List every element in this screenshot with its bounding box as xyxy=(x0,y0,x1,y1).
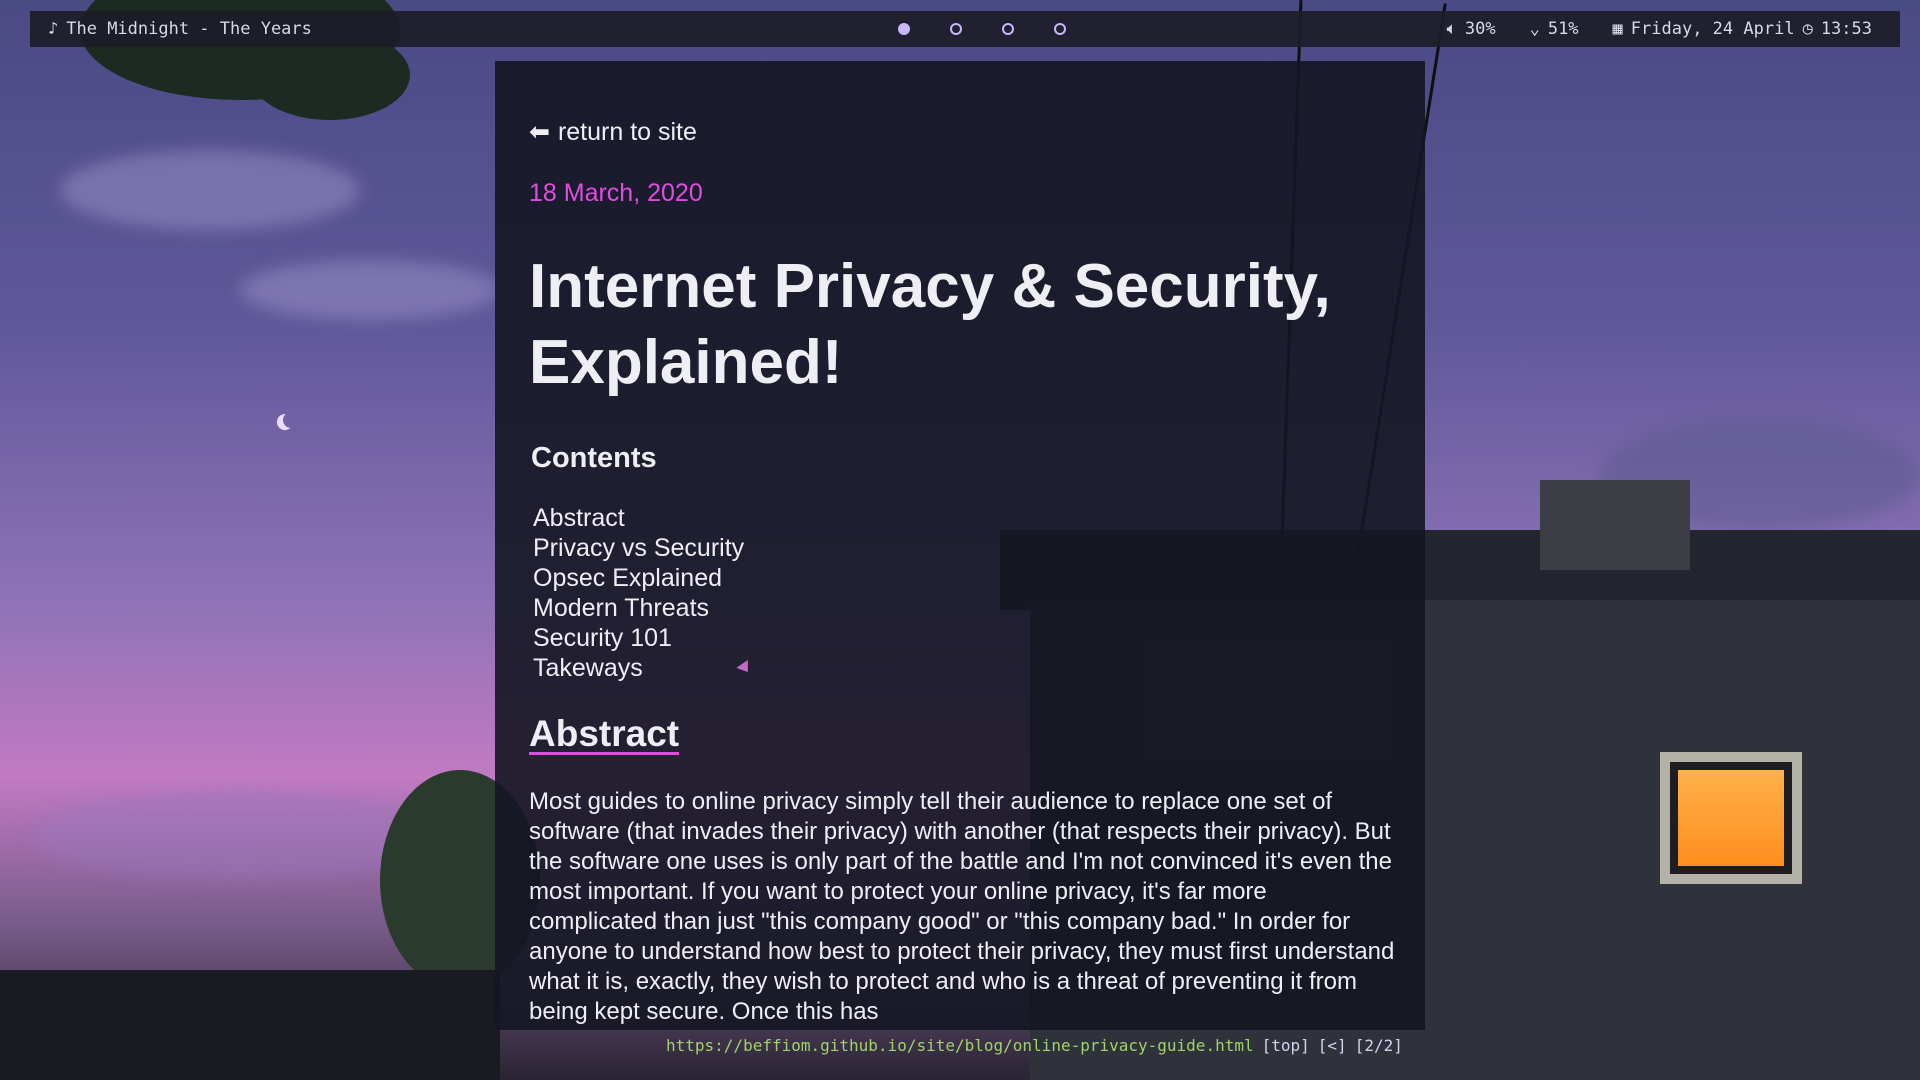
return-to-site-link[interactable]: ⬅ return to site xyxy=(529,117,697,147)
wifi-strength[interactable]: 51% xyxy=(1548,19,1579,39)
contents-heading: Contents xyxy=(531,442,657,474)
workspace-4[interactable] xyxy=(1054,23,1066,35)
lit-window xyxy=(1660,752,1802,884)
wifi-icon: ⌄ xyxy=(1529,19,1540,39)
page-title: Internet Privacy & Security, Explained! xyxy=(529,252,1331,397)
post-date: 18 March, 2020 xyxy=(529,179,703,207)
workspace-switcher xyxy=(898,11,1066,47)
time-label: 13:53 xyxy=(1820,19,1872,39)
volume-level[interactable]: 30% xyxy=(1465,19,1496,39)
abstract-paragraph: Most guides to online privacy simply tel… xyxy=(529,788,1395,1025)
current-url: https://beffiom.github.io/site/blog/onli… xyxy=(666,1035,1254,1055)
toc-item: Privacy vs Security xyxy=(533,533,744,563)
scroll-position: [top] xyxy=(1261,1035,1310,1055)
now-playing-label: The Midnight - The Years xyxy=(66,19,312,39)
toc-item: Opsec Explained xyxy=(533,563,744,593)
toc-item: Security 101 xyxy=(533,623,744,653)
music-note-icon: ♪ xyxy=(48,19,59,39)
history-indicator: [<] xyxy=(1317,1035,1347,1055)
browser-page: ⬅ return to site 18 March, 2020 Internet… xyxy=(495,61,1425,1030)
toc-link-security-101[interactable]: Security 101 xyxy=(533,624,672,652)
toc-item: Takeways xyxy=(533,653,744,683)
workspace-3[interactable] xyxy=(1002,23,1014,35)
return-to-site-label: return to site xyxy=(557,117,697,146)
table-of-contents: Abstract Privacy vs Security Opsec Expla… xyxy=(533,503,744,683)
speaker-icon: 🔈︎ xyxy=(1446,19,1457,39)
calendar-icon: ▦ xyxy=(1612,19,1623,39)
workspace-1[interactable] xyxy=(898,23,910,35)
system-tray: 🔈︎ 30% ⌄ 51% ▦ Friday, 24 April ◷ 13:53 xyxy=(1447,11,1872,47)
workspace-2[interactable] xyxy=(950,23,962,35)
toc-link-opsec-explained[interactable]: Opsec Explained xyxy=(533,564,722,592)
arrow-left-icon: ⬅ xyxy=(529,118,550,146)
moon xyxy=(281,410,302,431)
now-playing[interactable]: ♪ The Midnight - The Years xyxy=(48,11,312,47)
clock-icon: ◷ xyxy=(1802,19,1813,39)
date-label: Friday, 24 April xyxy=(1630,19,1795,39)
toc-link-abstract[interactable]: Abstract xyxy=(533,504,625,532)
toc-link-privacy-vs-security[interactable]: Privacy vs Security xyxy=(533,534,744,562)
toc-item: Abstract xyxy=(533,503,744,533)
toc-item: Modern Threats xyxy=(533,593,744,623)
toc-link-modern-threats[interactable]: Modern Threats xyxy=(533,594,709,622)
top-status-bar: ♪ The Midnight - The Years 🔈︎ 30% ⌄ 51% … xyxy=(30,11,1900,47)
tab-indicator: [2/2] xyxy=(1354,1035,1403,1055)
abstract-heading[interactable]: Abstract xyxy=(529,713,679,755)
toc-link-takeways[interactable]: Takeways xyxy=(533,654,643,682)
browser-statusline: https://beffiom.github.io/site/blog/onli… xyxy=(666,1034,1403,1056)
